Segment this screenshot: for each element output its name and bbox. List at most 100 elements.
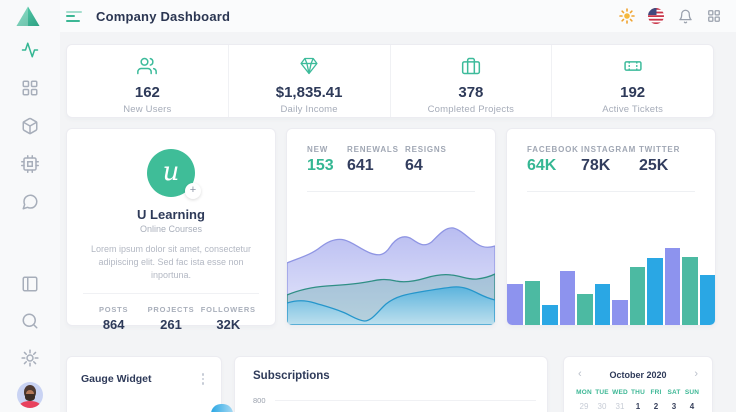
sidebar-item-widgets[interactable] — [21, 79, 39, 97]
bar — [682, 257, 698, 325]
metric-facebook: FACEBOOK 64K — [527, 145, 581, 175]
bar — [525, 281, 541, 325]
y-axis-tick: 800 — [253, 396, 266, 405]
avatar-shirt — [19, 401, 41, 408]
stat-value: 162 — [67, 84, 228, 101]
bar — [647, 258, 663, 325]
bar — [560, 271, 576, 325]
metric-new: NEW 153 — [307, 145, 347, 175]
stat-value: 864 — [85, 317, 142, 332]
social-metrics: FACEBOOK 64K INSTAGRAM 78K TWITTER 25K — [507, 129, 715, 175]
dashboard-page: Company Dashboard — [0, 0, 736, 412]
profile-name: U Learning — [67, 207, 275, 222]
stat-value: 378 — [391, 84, 552, 101]
calendar-next-icon[interactable]: › — [694, 369, 698, 380]
subscriptions-card: Subscriptions 800 — [234, 356, 548, 412]
sidebar-item-activity[interactable] — [21, 41, 39, 59]
metric-value: 64 — [405, 157, 447, 175]
subscribers-card: NEW 153 RENEWALS 641 RESIGNS 64 — [286, 128, 496, 326]
calendar-date[interactable]: 1 — [629, 402, 647, 411]
bar — [507, 284, 523, 325]
card-title: Subscriptions — [235, 357, 547, 382]
metric-value: 78K — [581, 157, 639, 175]
stat-new-users: 162 New Users — [67, 45, 228, 117]
bar — [665, 248, 681, 325]
stat-label: POSTS — [85, 305, 142, 314]
day-name: WED — [611, 389, 629, 396]
more-options-icon[interactable] — [199, 370, 208, 388]
metric-value: 25K — [639, 157, 680, 175]
calendar-month-label: October 2020 — [582, 370, 695, 380]
avatar-beard — [25, 394, 35, 401]
metric-label: INSTAGRAM — [581, 145, 639, 154]
profile-stat-projects: PROJECTS 261 — [142, 305, 199, 332]
top-header: Company Dashboard — [60, 0, 736, 32]
stat-active-tickets: 192 Active Tickets — [551, 45, 713, 117]
metric-twitter: TWITTER 25K — [639, 145, 680, 175]
calendar-date[interactable]: 29 — [575, 402, 593, 411]
calendar-week-row: 29 30 31 1 2 3 4 — [564, 402, 712, 411]
divider — [83, 293, 259, 294]
profile-subtitle: Online Courses — [67, 224, 275, 234]
calendar-date[interactable]: 30 — [593, 402, 611, 411]
metric-instagram: INSTAGRAM 78K — [581, 145, 639, 175]
apps-grid-icon[interactable] — [706, 8, 722, 24]
app-logo-icon[interactable] — [15, 5, 41, 33]
sidebar-item-chat[interactable] — [21, 193, 39, 211]
gauge-arc — [211, 404, 233, 412]
calendar-date[interactable]: 31 — [611, 402, 629, 411]
bar — [577, 294, 593, 325]
stat-label: PROJECTS — [142, 305, 199, 314]
stat-value: 32K — [200, 317, 257, 332]
metric-resigns: RESIGNS 64 — [405, 145, 447, 175]
calendar-date[interactable]: 4 — [683, 402, 701, 411]
metric-label: NEW — [307, 145, 347, 154]
ticket-icon — [623, 56, 643, 76]
bar — [612, 300, 628, 325]
bar — [700, 275, 716, 325]
calendar-day-names: MON TUE WED THU FRI SAT SUN — [564, 389, 712, 396]
social-card: FACEBOOK 64K INSTAGRAM 78K TWITTER 25K — [506, 128, 716, 326]
calendar-date[interactable]: 2 — [647, 402, 665, 411]
metric-label: FACEBOOK — [527, 145, 581, 154]
day-name: SAT — [665, 389, 683, 396]
company-avatar: u + — [147, 149, 195, 197]
calendar-date[interactable]: 3 — [665, 402, 683, 411]
metric-value: 641 — [347, 157, 405, 175]
stat-value: $1,835.41 — [229, 84, 390, 101]
hamburger-menu-icon[interactable] — [66, 8, 83, 24]
bar — [542, 305, 558, 325]
profile-stats: POSTS 864 PROJECTS 261 FOLLOWERS 32K — [67, 305, 275, 332]
theme-sun-icon[interactable] — [619, 8, 635, 24]
stat-daily-income: $1,835.41 Daily Income — [228, 45, 390, 117]
subscribers-area-chart — [287, 225, 495, 325]
user-avatar[interactable] — [17, 382, 43, 408]
page-title: Company Dashboard — [96, 9, 230, 24]
sidebar — [0, 0, 60, 412]
metric-renewals: RENEWALS 641 — [347, 145, 405, 175]
gauge-widget-card: Gauge Widget — [66, 356, 222, 412]
sidebar-item-layout[interactable] — [21, 275, 39, 293]
profile-description: Lorem ipsum dolor sit amet, consectetur … — [81, 243, 261, 282]
language-us-flag-icon[interactable] — [648, 8, 664, 24]
stat-label: FOLLOWERS — [200, 305, 257, 314]
notifications-bell-icon[interactable] — [677, 8, 693, 24]
metric-value: 153 — [307, 157, 347, 175]
sidebar-item-settings[interactable] — [21, 349, 39, 367]
social-bar-chart — [507, 235, 715, 325]
subscribers-metrics: NEW 153 RENEWALS 641 RESIGNS 64 — [287, 129, 495, 175]
diamond-icon — [299, 56, 319, 76]
calendar-card: ‹ October 2020 › MON TUE WED THU FRI SAT… — [563, 356, 713, 412]
card-title: Gauge Widget — [81, 373, 152, 385]
avatar-letter: u — [163, 157, 180, 187]
day-name: TUE — [593, 389, 611, 396]
day-name: MON — [575, 389, 593, 396]
sidebar-item-cpu[interactable] — [21, 155, 39, 173]
divider — [527, 191, 695, 192]
users-icon — [137, 56, 157, 76]
add-follow-button[interactable]: + — [185, 183, 201, 199]
metric-label: RESIGNS — [405, 145, 447, 154]
kpi-stats-bar: 162 New Users $1,835.41 Daily Income 378… — [66, 44, 714, 118]
sidebar-item-package[interactable] — [21, 117, 39, 135]
sidebar-item-search[interactable] — [21, 312, 39, 330]
